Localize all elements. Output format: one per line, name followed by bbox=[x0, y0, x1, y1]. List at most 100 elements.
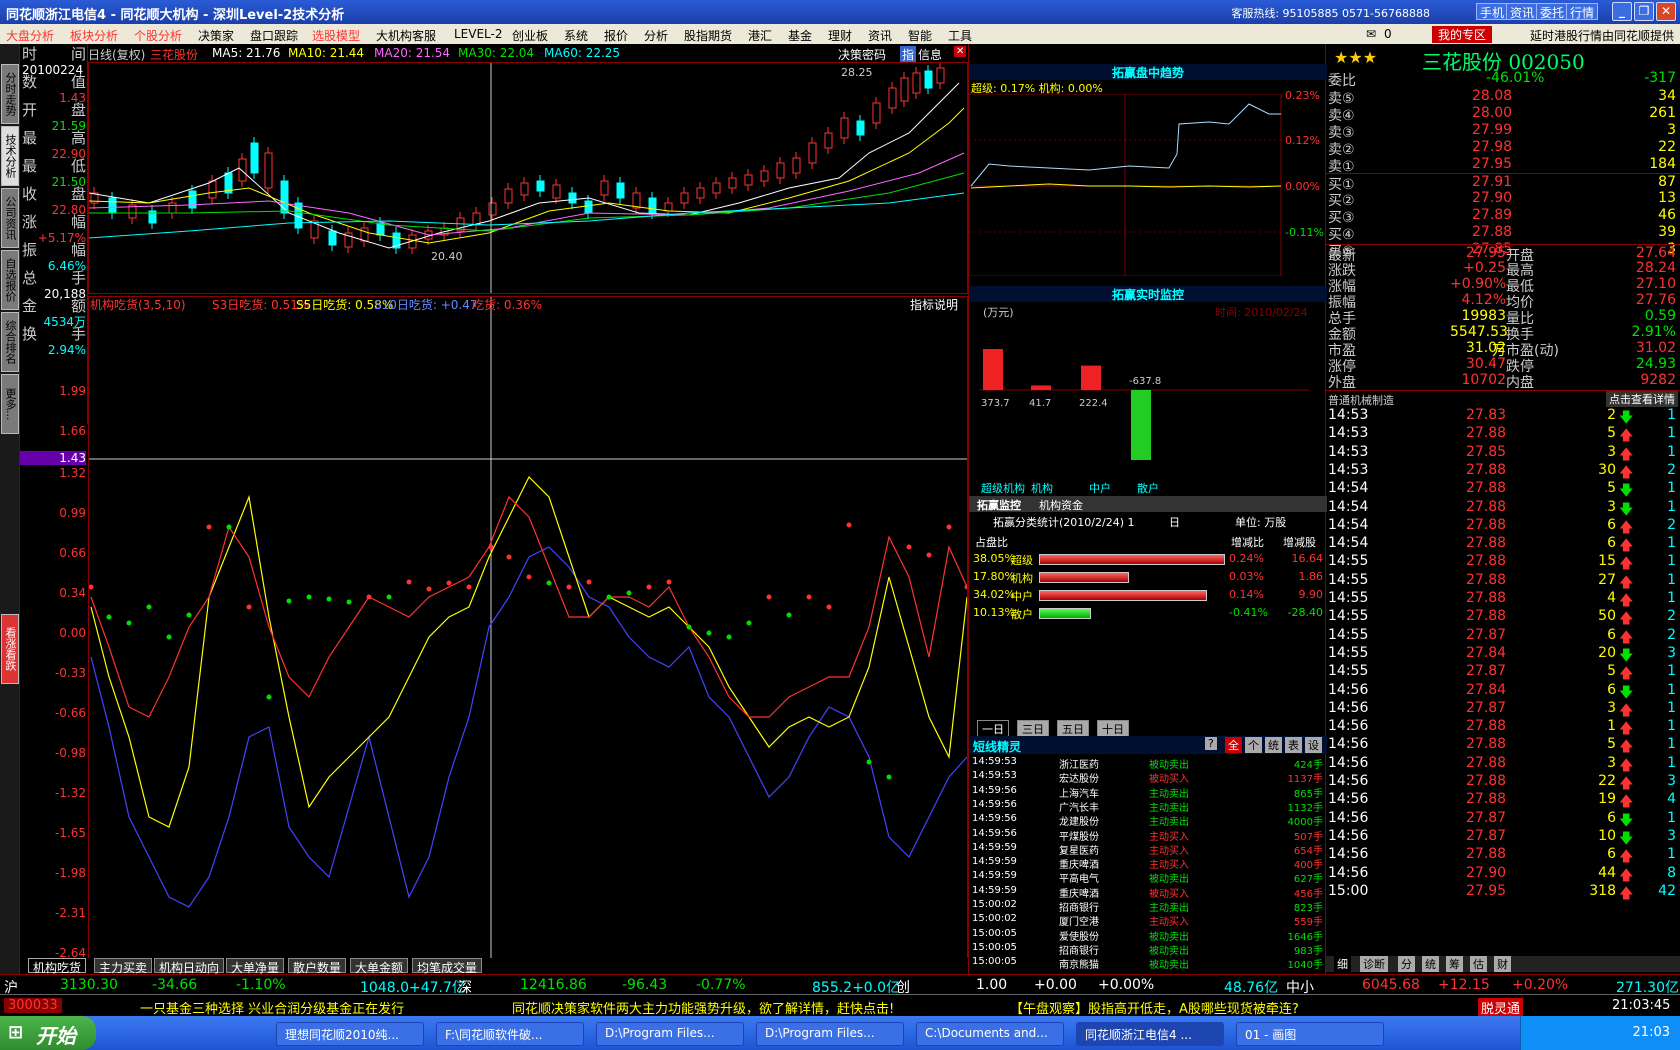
indicator-help-button[interactable]: 指标说明 bbox=[910, 296, 958, 313]
order-book-row[interactable]: 卖② 27.98 22 bbox=[1326, 139, 1680, 158]
elf-row[interactable]: 15:00:02 厦门空港 主动买入 559手 bbox=[969, 913, 1327, 928]
menu-fund[interactable]: 基金 bbox=[788, 27, 812, 44]
elf-row[interactable]: 14:59:59 复星医药 主动买入 654手 bbox=[969, 842, 1327, 857]
minimize-icon[interactable]: _ bbox=[1612, 2, 1632, 21]
elf-row[interactable]: 14:59:59 重庆啤酒 主动买入 400手 bbox=[969, 856, 1327, 871]
tab-company[interactable]: 公司资讯 bbox=[1, 188, 19, 248]
news-button[interactable]: 资讯 bbox=[1506, 3, 1539, 20]
elf-table-button[interactable]: 表 bbox=[1285, 737, 1302, 753]
elf-help-button[interactable]: ? bbox=[1205, 737, 1217, 750]
elf-row[interactable]: 14:59:53 浙江医药 被动卖出 424手 bbox=[969, 756, 1327, 771]
my-zone-button[interactable]: 我的专区 bbox=[1432, 26, 1493, 43]
news-button[interactable]: 脱灵通 bbox=[1478, 998, 1524, 1017]
order-book-row[interactable]: 买④ 27.88 39 bbox=[1326, 224, 1680, 243]
indicator-title[interactable]: 机构吃货(3,5,10) bbox=[90, 296, 186, 313]
phone-button[interactable]: 手机 bbox=[1476, 3, 1509, 20]
elf-row[interactable]: 14:59:59 重庆啤酒 被动买入 456手 bbox=[969, 885, 1327, 900]
elf-row[interactable]: 15:00:05 爱使股份 被动卖出 1646手 bbox=[969, 928, 1327, 943]
menu-market[interactable]: 大盘分析 bbox=[6, 27, 54, 44]
order-button[interactable]: 委托 bbox=[1536, 3, 1569, 20]
close-panel-icon[interactable]: ✕ bbox=[954, 46, 967, 57]
elf-row[interactable]: 14:59:56 平煤股份 主动买入 507手 bbox=[969, 828, 1327, 843]
tab-minute[interactable]: 分 bbox=[1398, 956, 1415, 972]
news-item-3[interactable]: 【午盘观察】股指高开低走，A股哪些现货被牵连? bbox=[1010, 998, 1299, 1017]
menu-sector[interactable]: 板块分析 bbox=[70, 27, 118, 44]
tab-inst-fund[interactable]: 机构资金 bbox=[1039, 497, 1083, 513]
tab-big-amount[interactable]: 大单金额 bbox=[350, 958, 409, 975]
menu-analysis[interactable]: 分析 bbox=[644, 27, 668, 44]
close-icon[interactable]: ✕ bbox=[1656, 2, 1676, 21]
decision-code-button[interactable]: 决策密码 bbox=[838, 46, 886, 63]
tab-finance[interactable]: 财 bbox=[1494, 956, 1511, 972]
elf-row[interactable]: 14:59:56 上海汽车 主动卖出 865手 bbox=[969, 785, 1327, 800]
menu-futures[interactable]: 股指期货 bbox=[684, 27, 732, 44]
order-book-row[interactable]: 买② 27.90 13 bbox=[1326, 190, 1680, 209]
elf-row[interactable]: 14:59:56 龙建股份 主动卖出 4000手 bbox=[969, 813, 1327, 828]
tab-inst-eat[interactable]: 机构吃货 bbox=[28, 958, 87, 975]
elf-row[interactable]: 15:00:05 招商银行 被动卖出 983手 bbox=[969, 942, 1327, 957]
menu-service[interactable]: 大机构客服 bbox=[376, 27, 436, 44]
elf-all-button[interactable]: 全 bbox=[1225, 737, 1242, 753]
start-button[interactable]: ⊞ 开始 bbox=[0, 1016, 96, 1050]
restore-icon[interactable]: ❐ bbox=[1634, 2, 1654, 21]
taskbar-item[interactable]: 01 - 画图 bbox=[1236, 1022, 1384, 1046]
info-button[interactable]: 信息 bbox=[918, 46, 942, 63]
order-book-row[interactable]: 卖⑤ 28.08 34 bbox=[1326, 88, 1680, 107]
menu-finance[interactable]: 理财 bbox=[828, 27, 852, 44]
tab-inst-daily[interactable]: 机构日动向 bbox=[154, 958, 225, 975]
menu-info[interactable]: 资讯 bbox=[868, 27, 892, 44]
tab-estimate[interactable]: 估 bbox=[1470, 956, 1487, 972]
tab-main-trade[interactable]: 主力买卖 bbox=[94, 958, 153, 975]
menu-hk[interactable]: 港汇 bbox=[748, 27, 772, 44]
menu-quote[interactable]: 报价 bbox=[604, 27, 628, 44]
order-book-row[interactable]: 买③ 27.89 46 bbox=[1326, 207, 1680, 226]
elf-row[interactable]: 15:00:02 招商银行 主动卖出 823手 bbox=[969, 899, 1327, 914]
kline-period[interactable]: 日线(复权) bbox=[88, 46, 145, 63]
elf-stat-button[interactable]: 统 bbox=[1265, 737, 1282, 753]
tab-chips[interactable]: 筹 bbox=[1446, 956, 1463, 972]
tab-watchlist[interactable]: 自选报价 bbox=[1, 250, 19, 310]
elf-row[interactable]: 14:59:53 宏达股份 被动买入 1137手 bbox=[969, 770, 1327, 785]
tab-retail-count[interactable]: 散户数量 bbox=[288, 958, 347, 975]
indicator-chart[interactable] bbox=[88, 296, 970, 962]
taskbar-item[interactable]: D:\Program Files... bbox=[756, 1022, 904, 1046]
menu-picker[interactable]: 选股模型 bbox=[312, 27, 360, 44]
tab-stats[interactable]: 统 bbox=[1422, 956, 1439, 972]
tab-big-net[interactable]: 大单净量 bbox=[226, 958, 285, 975]
order-book-row[interactable]: 卖① 27.95 184 bbox=[1326, 156, 1680, 175]
mail-icon[interactable]: ✉ bbox=[1366, 27, 1376, 41]
tab-detail[interactable]: 细 bbox=[1334, 956, 1351, 972]
menu-tools[interactable]: 工具 bbox=[948, 27, 972, 44]
elf-row[interactable]: 14:59:56 广汽长丰 主动卖出 1132手 bbox=[969, 799, 1327, 814]
stat-day[interactable]: 日 bbox=[1169, 514, 1180, 530]
news-stock-code[interactable]: 300033 bbox=[4, 998, 62, 1013]
order-book-row[interactable]: 卖④ 28.00 261 bbox=[1326, 105, 1680, 124]
taskbar-item-active[interactable]: 同花顺浙江电信4 ... bbox=[1076, 1022, 1224, 1046]
detail-button[interactable]: 点击查看详情 bbox=[1606, 391, 1678, 407]
bull-bear-badge[interactable]: 看涨看跌 bbox=[1, 614, 19, 684]
quote-button[interactable]: 行情 bbox=[1566, 3, 1599, 20]
menu-system[interactable]: 系统 bbox=[564, 27, 588, 44]
indicator-button[interactable]: 指 bbox=[900, 46, 917, 63]
taskbar-item[interactable]: C:\Documents and... bbox=[916, 1022, 1064, 1046]
tab-ranking[interactable]: 综合排名 bbox=[1, 312, 19, 372]
menu-stock[interactable]: 个股分析 bbox=[134, 27, 182, 44]
tab-timeshare[interactable]: 分时走势 bbox=[1, 64, 19, 124]
order-book-row[interactable]: 买① 27.91 87 bbox=[1326, 173, 1680, 193]
tab-avg-volume[interactable]: 均笔成交量 bbox=[412, 958, 483, 975]
taskbar-item[interactable]: F:\同花顺软件破... bbox=[436, 1022, 584, 1046]
menu-gem[interactable]: 创业板 bbox=[512, 27, 548, 44]
menu-tracking[interactable]: 盘口跟踪 bbox=[250, 27, 298, 44]
taskbar-item[interactable]: D:\Program Files... bbox=[596, 1022, 744, 1046]
news-item-2[interactable]: 同花顺决策家软件两大主力功能强势升级，欲了解详情，赶快点击! bbox=[512, 998, 894, 1017]
menu-smart[interactable]: 智能 bbox=[908, 27, 932, 44]
elf-single-button[interactable]: 个 bbox=[1245, 737, 1262, 753]
menu-decision[interactable]: 决策家 bbox=[198, 27, 234, 44]
kline-chart[interactable]: 28.25 20.40 bbox=[88, 62, 968, 294]
menu-level2[interactable]: LEVEL-2 bbox=[454, 27, 503, 41]
tab-monitor[interactable]: 拓赢监控 bbox=[977, 497, 1021, 513]
elf-row[interactable]: 14:59:59 平高电气 被动卖出 627手 bbox=[969, 870, 1327, 885]
tab-more[interactable]: 更多... bbox=[1, 374, 19, 434]
news-item-1[interactable]: 一只基金三种选择 兴业合润分级基金正在发行 bbox=[140, 998, 404, 1017]
order-book-row[interactable]: 卖③ 27.99 3 bbox=[1326, 122, 1680, 141]
